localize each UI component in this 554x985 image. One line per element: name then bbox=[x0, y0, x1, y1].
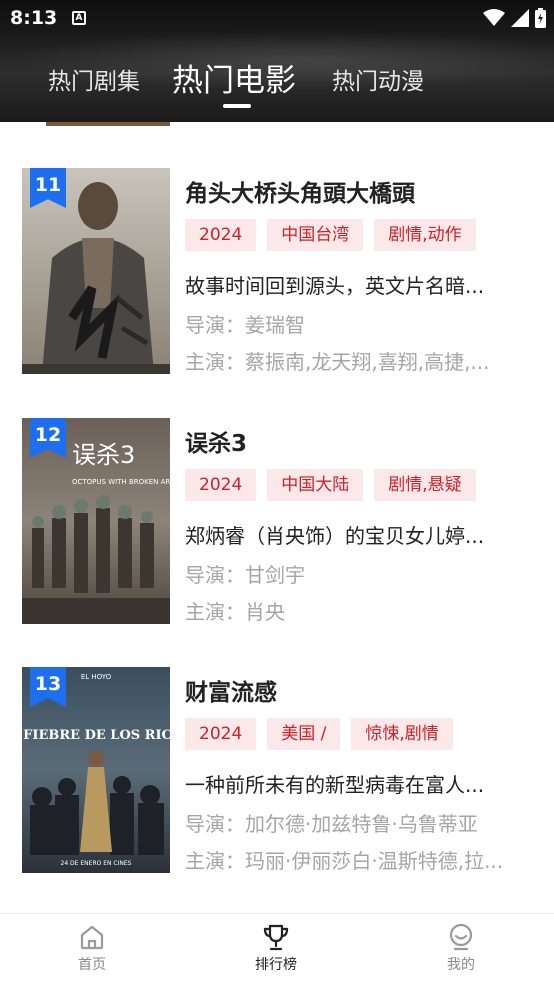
nav-profile[interactable]: 我的 bbox=[421, 922, 501, 974]
movie-item[interactable]: EL HOYO LA FIEBRE DE LOS RICOS 24 DE ENE… bbox=[0, 667, 554, 873]
poster-subtitle-text: OCTOPUS WITH BROKEN ARMS bbox=[72, 478, 170, 486]
movie-description: 故事时间回到源头，英文片名暗... bbox=[185, 274, 485, 298]
movie-description: 郑炳睿（肖央饰）的宝贝女儿婷... bbox=[185, 524, 485, 548]
movie-poster[interactable]: 误杀3 OCTOPUS WITH BROKEN ARMS 12 bbox=[22, 418, 170, 624]
movie-tags: 2024 中国大陆 剧情,悬疑 bbox=[185, 469, 476, 501]
status-bar: 8:13 A bbox=[0, 0, 554, 38]
movie-title[interactable]: 财富流感 bbox=[185, 673, 277, 707]
nav-home-label: 首页 bbox=[78, 957, 106, 973]
tag-year: 2024 bbox=[185, 219, 257, 251]
tag-genre: 惊悚,剧情 bbox=[351, 718, 453, 750]
status-time: 8:13 bbox=[10, 7, 58, 29]
tag-region: 中国台湾 bbox=[267, 219, 364, 251]
tag-genre: 剧情,动作 bbox=[374, 219, 476, 251]
movie-item[interactable]: 误杀3 OCTOPUS WITH BROKEN ARMS 12 误杀3 2024… bbox=[0, 418, 554, 624]
tag-region: 中国大陆 bbox=[267, 469, 364, 501]
previous-poster-edge bbox=[46, 122, 170, 126]
profile-icon bbox=[449, 923, 473, 951]
poster-top-text: EL HOYO bbox=[81, 673, 112, 681]
movie-cast: 主演：蔡振南,龙天翔,喜翔,高捷,... bbox=[185, 350, 490, 374]
movie-title[interactable]: 误杀3 bbox=[185, 424, 247, 458]
ranking-screen: 8:13 A 热门剧集 热门电影 热门动漫 11 角头大桥头角頭大橋頭 2024… bbox=[0, 0, 554, 985]
movie-cast: 主演：肖央 bbox=[185, 600, 285, 624]
status-icons bbox=[483, 8, 546, 28]
bottom-nav: 首页 排行榜 我的 bbox=[0, 913, 554, 985]
wifi-icon bbox=[483, 9, 505, 26]
movie-director: 导演：甘剑宇 bbox=[185, 563, 305, 587]
poster-date-text: 24 DE ENERO EN CINES bbox=[61, 860, 132, 867]
header: 8:13 A 热门剧集 热门电影 热门动漫 bbox=[0, 0, 554, 122]
poster-title-text: 误杀3 bbox=[72, 441, 135, 469]
tag-region: 美国 / bbox=[267, 718, 341, 750]
active-tab-indicator bbox=[223, 104, 251, 108]
nav-profile-label: 我的 bbox=[447, 957, 475, 973]
movie-item[interactable]: 11 角头大桥头角頭大橋頭 2024 中国台湾 剧情,动作 故事时间回到源头，英… bbox=[0, 168, 554, 374]
nav-home[interactable]: 首页 bbox=[52, 922, 132, 974]
tag-year: 2024 bbox=[185, 469, 257, 501]
movie-director: 导演：加尔德·加兹特鲁·乌鲁蒂亚 bbox=[185, 812, 478, 836]
movie-tags: 2024 中国台湾 剧情,动作 bbox=[185, 219, 476, 251]
movie-title[interactable]: 角头大桥头角頭大橋頭 bbox=[185, 174, 415, 208]
movie-poster[interactable]: 11 bbox=[22, 168, 170, 374]
notification-icon: A bbox=[72, 11, 86, 25]
tab-hot-anime[interactable]: 热门动漫 bbox=[332, 62, 424, 96]
tag-year: 2024 bbox=[185, 718, 257, 750]
home-icon bbox=[80, 925, 104, 950]
tag-genre: 剧情,悬疑 bbox=[374, 469, 476, 501]
tab-hot-movies[interactable]: 热门电影 bbox=[172, 55, 296, 100]
trophy-icon bbox=[263, 924, 289, 951]
movie-cast: 主演：玛丽·伊丽莎白·温斯特德,拉... bbox=[185, 849, 504, 873]
category-tabs: 热门剧集 热门电影 热门动漫 bbox=[0, 50, 554, 110]
movie-description: 一种前所未有的新型病毒在富人... bbox=[185, 773, 485, 797]
nav-ranking-label: 排行榜 bbox=[255, 957, 297, 973]
poster-title-text: LA FIEBRE DE LOS RICOS bbox=[22, 728, 170, 743]
movie-poster[interactable]: EL HOYO LA FIEBRE DE LOS RICOS 24 DE ENE… bbox=[22, 667, 170, 873]
movie-tags: 2024 美国 / 惊悚,剧情 bbox=[185, 718, 453, 750]
tab-hot-series[interactable]: 热门剧集 bbox=[48, 62, 140, 96]
movie-director: 导演：姜瑞智 bbox=[185, 313, 305, 337]
nav-ranking[interactable]: 排行榜 bbox=[236, 922, 316, 974]
signal-icon bbox=[511, 9, 529, 27]
battery-icon bbox=[535, 8, 546, 28]
